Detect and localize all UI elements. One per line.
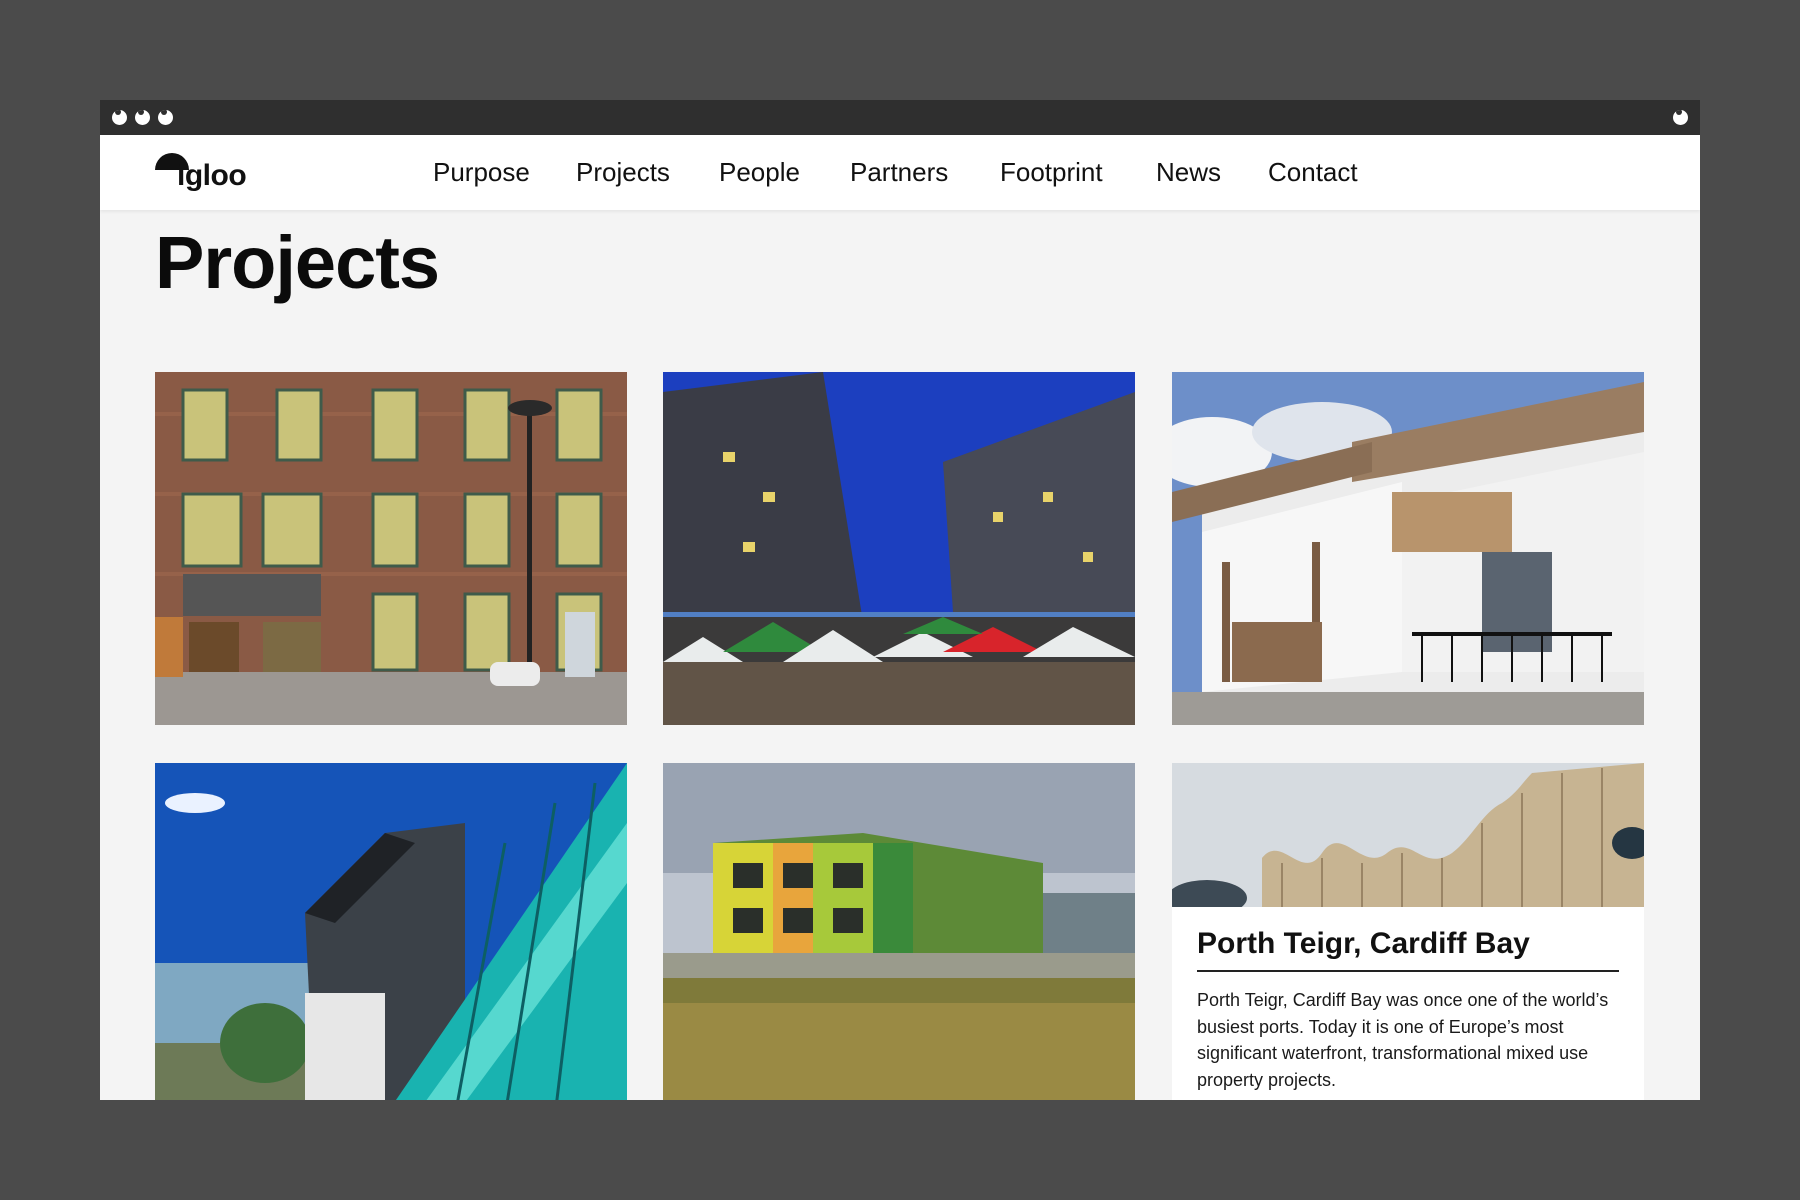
nav-item-news[interactable]: News xyxy=(1156,157,1221,188)
nav-item-projects[interactable]: Projects xyxy=(576,157,670,188)
project-card-porth-teigr-image[interactable] xyxy=(1172,763,1644,907)
page-title: Projects xyxy=(155,221,440,304)
featured-project-title[interactable]: Porth Teigr, Cardiff Bay xyxy=(1197,927,1530,961)
minimize-control-icon[interactable] xyxy=(135,110,150,125)
site-header: igloo Purpose Projects People Partners F… xyxy=(100,135,1700,210)
title-divider xyxy=(1197,970,1619,972)
nav-item-contact[interactable]: Contact xyxy=(1268,157,1358,188)
project-image xyxy=(663,372,1135,725)
project-image xyxy=(155,372,627,725)
window-titlebar xyxy=(100,100,1700,135)
nav-item-people[interactable]: People xyxy=(719,157,800,188)
window-menu-icon[interactable] xyxy=(1673,110,1688,125)
logo-text: igloo xyxy=(177,159,247,192)
featured-project-description: Porth Teigr, Cardiff Bay was once one of… xyxy=(1197,990,1609,1090)
browser-window: igloo Purpose Projects People Partners F… xyxy=(100,100,1700,1100)
project-image xyxy=(1172,372,1644,725)
nav-item-footprint[interactable]: Footprint xyxy=(1000,157,1103,188)
project-card-balcony-homes[interactable] xyxy=(1172,372,1644,725)
nav-item-partners[interactable]: Partners xyxy=(850,157,948,188)
close-control-icon[interactable] xyxy=(112,110,127,125)
nav-item-purpose[interactable]: Purpose xyxy=(433,157,530,188)
project-image xyxy=(1172,763,1644,907)
project-image xyxy=(663,763,1135,1100)
project-card-green-building[interactable] xyxy=(663,763,1135,1100)
maximize-control-icon[interactable] xyxy=(158,110,173,125)
project-card-brick-warehouse[interactable] xyxy=(155,372,627,725)
project-card-night-market[interactable] xyxy=(663,372,1135,725)
project-image xyxy=(155,763,627,1100)
featured-project-card[interactable]: Porth Teigr, Cardiff Bay Porth Teigr, Ca… xyxy=(1172,907,1644,1100)
igloo-logo[interactable]: igloo xyxy=(155,147,265,199)
project-card-glass-arena[interactable] xyxy=(155,763,627,1100)
